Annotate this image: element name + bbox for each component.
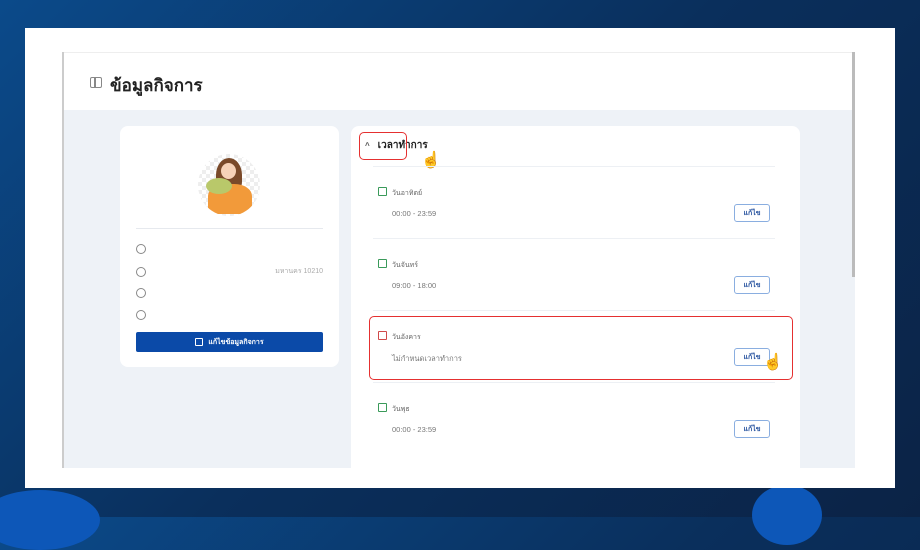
edit-day-button[interactable]: แก้ไข [734,276,770,294]
app-window: ข้อมูลกิจการ มหานคร 10210 แก้ไขข้อมูลกิจ… [62,52,855,468]
business-avatar [198,154,260,216]
edit-day-button[interactable]: แก้ไข [734,204,770,222]
info-row-name [136,244,323,254]
divider [136,228,323,229]
info-row-address: มหานคร 10210 [136,266,323,277]
clock-icon [136,310,146,320]
day-row-wednesday: วันพุธ 00:00 - 23:59 แก้ไข [373,382,775,454]
page-title: ข้อมูลกิจการ [110,76,203,95]
store-icon [136,244,146,254]
sidebar-toggle-icon[interactable] [90,77,102,88]
calendar-check-icon [378,403,387,412]
business-hours-card: ^ เวลาทำการ ☝ วันอาทิตย์ 00:00 - 23:59 แก… [351,126,800,468]
info-row-phone [136,288,323,298]
location-icon [136,266,146,277]
calendar-check-icon [378,259,387,268]
day-row-sunday: วันอาทิตย์ 00:00 - 23:59 แก้ไข [373,166,775,238]
scrollbar[interactable] [852,52,855,277]
decor-blob [752,485,822,545]
highlight-box [359,132,407,160]
edit-day-button[interactable]: แก้ไข [734,420,770,438]
phone-icon [136,288,146,298]
highlight-box [369,316,793,380]
page-header: ข้อมูลกิจการ [64,52,855,110]
decor-blob [0,490,100,550]
business-card: มหานคร 10210 แก้ไขข้อมูลกิจการ [120,126,339,367]
edit-icon [195,338,204,346]
calendar-check-icon [378,187,387,196]
info-row-hours [136,310,323,320]
day-row-monday: วันจันทร์ 09:00 - 18:00 แก้ไข [373,238,775,310]
pointer-hand-icon: ☝ [763,354,783,371]
edit-business-button[interactable]: แก้ไขข้อมูลกิจการ [136,332,323,352]
